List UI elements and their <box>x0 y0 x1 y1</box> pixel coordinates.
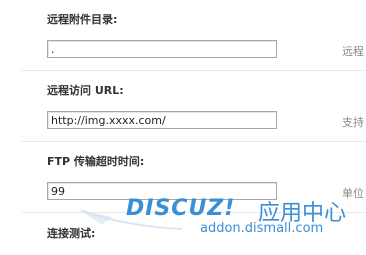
divider <box>22 141 366 142</box>
watermark-url: addon.dismall.com <box>200 221 324 236</box>
remote-dir-hint: 远程 <box>342 45 364 58</box>
remote-dir-input[interactable] <box>47 40 277 58</box>
divider <box>22 70 366 71</box>
ftp-timeout-label: FTP 传输超时时间: <box>47 155 145 168</box>
remote-url-hint: 支持 <box>342 116 364 129</box>
remote-url-input[interactable] <box>47 111 277 129</box>
watermark-brand: DISCUZ! <box>126 196 236 221</box>
connect-test-label: 连接测试: <box>47 227 96 240</box>
remote-dir-label: 远程附件目录: <box>47 13 118 26</box>
remote-url-label: 远程访问 URL: <box>47 84 124 97</box>
